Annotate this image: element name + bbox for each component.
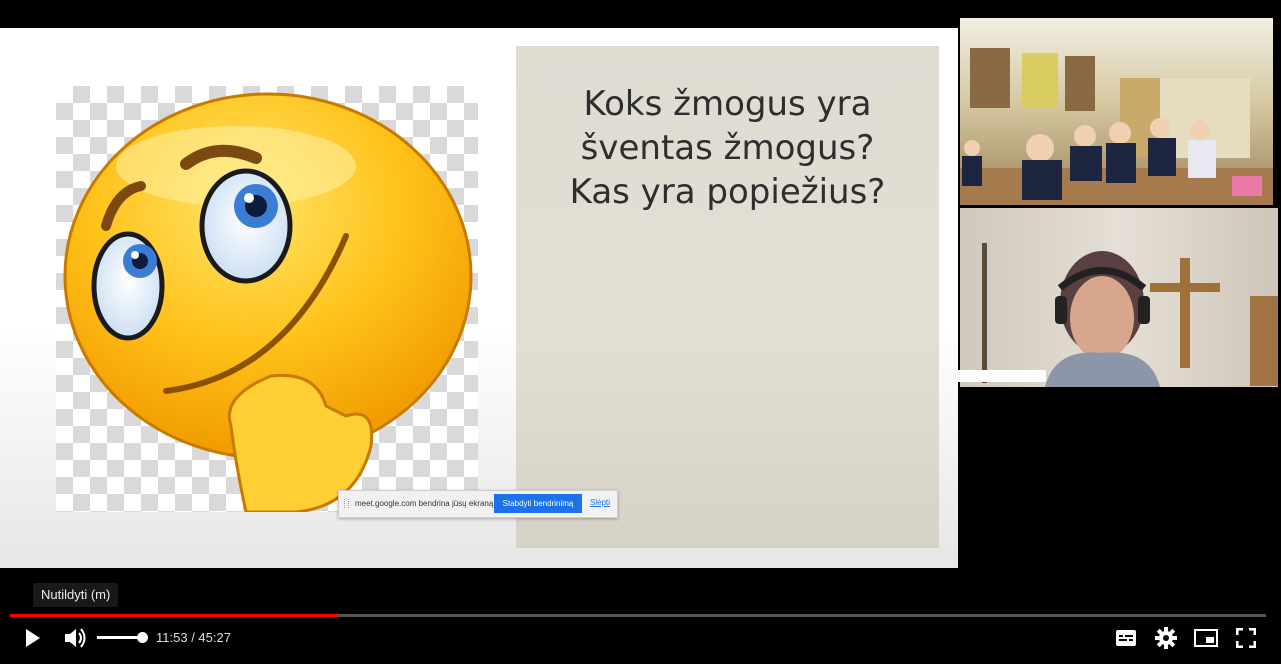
volume-icon <box>65 628 86 648</box>
progress-bar[interactable] <box>10 614 1266 617</box>
slide-title: Koks žmogus yra šventas žmogus? Kas yra … <box>569 84 886 212</box>
play-icon <box>26 629 40 647</box>
mute-button[interactable] <box>60 624 90 652</box>
teacher-video-tile <box>960 208 1278 387</box>
miniplayer-button[interactable] <box>1192 624 1220 652</box>
subtitles-button[interactable] <box>1112 624 1140 652</box>
screen-share-bar: meet.google.com bendrina jūsų ekraną. St… <box>338 490 618 518</box>
classroom-video-tile <box>960 18 1273 205</box>
shared-slide: Koks žmogus yra šventas žmogus? Kas yra … <box>0 28 958 568</box>
settings-icon <box>1155 627 1177 649</box>
slide-text-panel: Koks žmogus yra šventas žmogus? Kas yra … <box>516 46 939 548</box>
fullscreen-button[interactable] <box>1232 624 1260 652</box>
progress-played <box>10 614 339 617</box>
time-display: 11:53 / 45:27 <box>156 630 231 645</box>
drag-handle-icon[interactable] <box>344 499 349 508</box>
miniplayer-icon <box>1194 629 1218 647</box>
thinking-emoji-image <box>56 86 478 514</box>
settings-button[interactable] <box>1152 624 1180 652</box>
subtitles-icon <box>1116 630 1136 646</box>
play-button[interactable] <box>18 624 46 652</box>
duration: 45:27 <box>198 630 231 645</box>
hide-share-bar-link[interactable]: Slėpti <box>590 498 610 507</box>
fullscreen-icon <box>1236 628 1256 648</box>
volume-slider-handle[interactable] <box>137 632 148 643</box>
current-time: 11:53 <box>156 630 188 645</box>
mute-tooltip: Nutildyti (m) <box>33 583 119 607</box>
share-message: meet.google.com bendrina jūsų ekraną. <box>355 499 496 508</box>
time-separator: / <box>187 630 199 645</box>
participant-name-tag <box>956 370 1046 382</box>
stop-sharing-button[interactable]: Stabdyti bendrinimą <box>494 494 582 513</box>
